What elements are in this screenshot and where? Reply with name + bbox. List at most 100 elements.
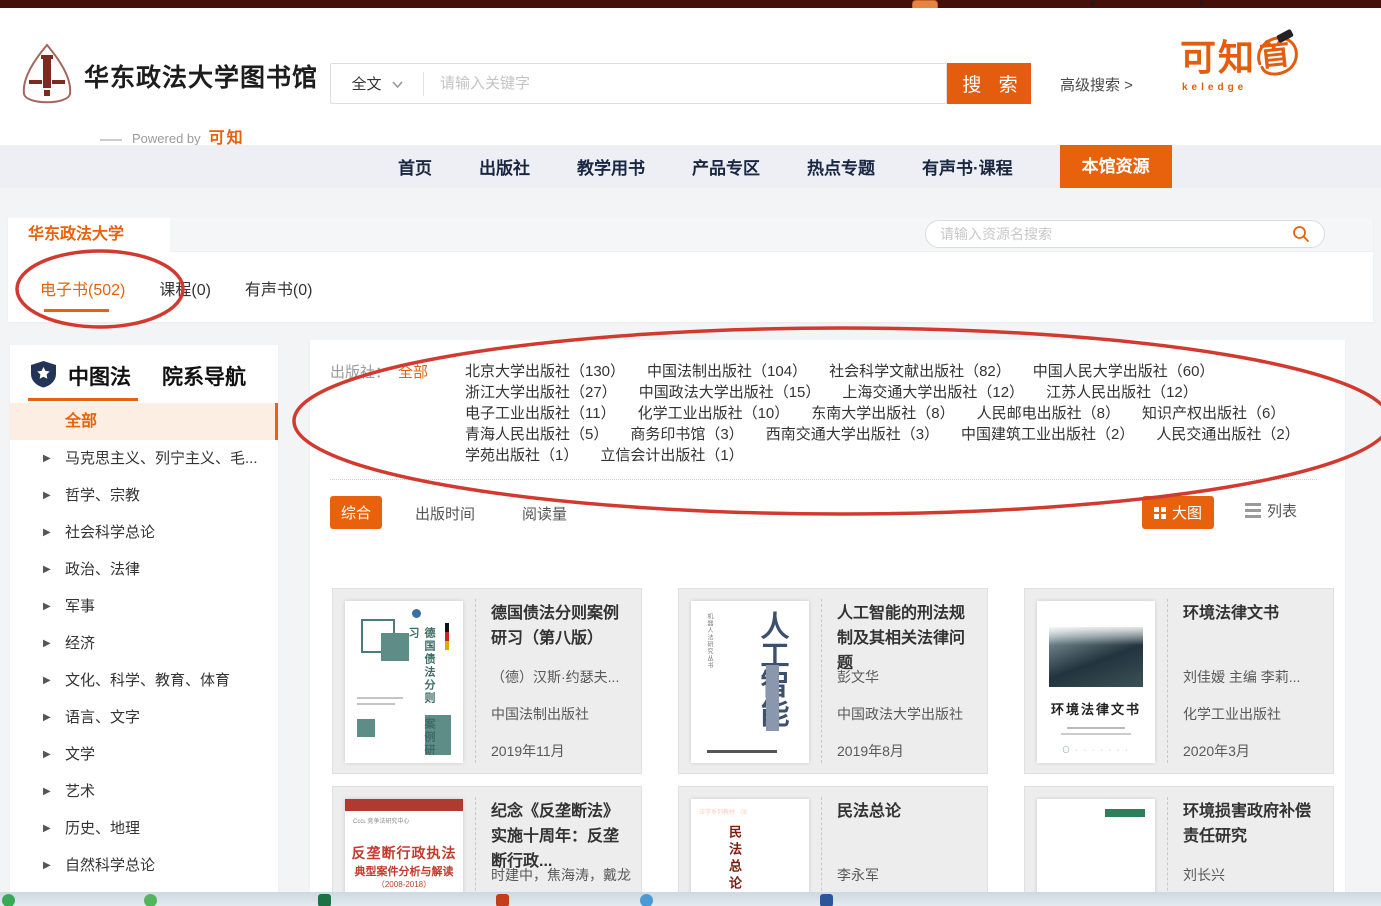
publisher-option[interactable]: 青海人民出版社（5） xyxy=(465,426,608,443)
book-card[interactable]: 机器人法研究丛书 人工智能 人工智能的刑法规制及其相关法律问题 彭文华 中国政法… xyxy=(678,588,988,774)
book-title[interactable]: 民法总论 xyxy=(837,799,901,824)
publisher-option[interactable]: 中国建筑工业出版社（2） xyxy=(961,426,1134,443)
publisher-option[interactable]: 社会科学文献出版社（82） xyxy=(829,363,1011,380)
book-card[interactable]: 法学系列教材 · 08 民法总论 民法总论 李永军 xyxy=(678,786,988,906)
expand-arrow-icon[interactable]: ▶ xyxy=(43,514,51,551)
taskbar-app-icon[interactable] xyxy=(318,894,331,906)
sidebar-tab-clc[interactable]: 中图法 xyxy=(68,361,131,391)
dash-decoration xyxy=(100,139,122,141)
book-card[interactable]: 环境法律文书 〇 · · · · · · · 环境法律文书 刘佳嫒 主编 李莉.… xyxy=(1024,588,1334,774)
search-scope-select[interactable]: 全文 xyxy=(331,64,423,103)
view-list-button[interactable]: 列表 xyxy=(1245,500,1297,521)
nav-audiobooks-courses[interactable]: 有声书·课程 xyxy=(922,154,1013,179)
book-cover[interactable]: 环境法律文书 〇 · · · · · · · xyxy=(1037,601,1155,763)
nav-publishers[interactable]: 出版社 xyxy=(479,154,530,179)
book-cover[interactable]: Cᴄᴄʟ 竞争法研究中心 反垄断行政执法 典型案件分析与解读 （2008-201… xyxy=(345,799,463,906)
book-publisher: 中国政法大学出版社 xyxy=(837,704,963,724)
search-button[interactable]: 搜 索 xyxy=(947,63,1031,104)
sidebar-item-language[interactable]: ▶语言、文字 xyxy=(10,699,278,736)
tab-courses[interactable]: 课程(0) xyxy=(159,276,211,312)
publisher-option[interactable]: 学苑出版社（1） xyxy=(465,447,578,464)
sidebar-item-military[interactable]: ▶军事 xyxy=(10,588,278,625)
nav-home[interactable]: 首页 xyxy=(398,154,432,179)
expand-arrow-icon[interactable]: ▶ xyxy=(43,440,51,477)
sidebar-item-art[interactable]: ▶艺术 xyxy=(10,773,278,810)
expand-arrow-icon[interactable]: ▶ xyxy=(43,551,51,588)
expand-arrow-icon[interactable]: ▶ xyxy=(43,773,51,810)
sort-comprehensive-button[interactable]: 综合 xyxy=(330,496,382,529)
publisher-option[interactable]: 西南交通大学出版社（3） xyxy=(766,426,939,443)
book-card[interactable]: Cᴄᴄʟ 竞争法研究中心 反垄断行政执法 典型案件分析与解读 （2008-201… xyxy=(332,786,642,906)
sidebar-item-philosophy[interactable]: ▶哲学、宗教 xyxy=(10,477,278,514)
sidebar-item-social-science[interactable]: ▶社会科学总论 xyxy=(10,514,278,551)
publisher-filter-list: 北京大学出版社（130） 中国法制出版社（104） 社会科学文献出版社（82） 中国人… xyxy=(465,361,1325,466)
book-title[interactable]: 德国债法分则案例研习（第八版） xyxy=(491,601,633,651)
book-card[interactable]: 德国债法分则 案例研习 德国债法分则案例研习（第八版） （德）汉斯·约瑟夫...… xyxy=(332,588,642,774)
sidebar-item-economy[interactable]: ▶经济 xyxy=(10,625,278,662)
taskbar-app-icon[interactable] xyxy=(820,894,833,906)
active-tab-underline xyxy=(28,398,138,401)
divider xyxy=(1167,599,1168,763)
taskbar-app-icon[interactable] xyxy=(496,894,509,906)
book-cover[interactable]: H 环境损害 政府补偿责任研究 xyxy=(1037,799,1155,906)
taskbar-app-icon[interactable] xyxy=(2,894,15,906)
book-card[interactable]: H 环境损害 政府补偿责任研究 环境损害政府补偿责任研究 刘长兴 xyxy=(1024,786,1334,906)
taskbar-app-icon[interactable] xyxy=(144,894,157,906)
sort-publish-date[interactable]: 出版时间 xyxy=(415,503,475,524)
publisher-option[interactable]: 江苏人民出版社（12） xyxy=(1046,384,1198,401)
publisher-filter-all[interactable]: 全部 xyxy=(398,361,428,382)
expand-arrow-icon[interactable]: ▶ xyxy=(43,736,51,773)
nav-teaching-books[interactable]: 教学用书 xyxy=(577,154,645,179)
expand-arrow-icon[interactable]: ▶ xyxy=(43,810,51,847)
publisher-option[interactable]: 商务印书馆（3） xyxy=(630,426,743,443)
publisher-option[interactable]: 上海交通大学出版社（12） xyxy=(842,384,1024,401)
sidebar-item-all[interactable]: 全部 xyxy=(10,403,278,440)
view-grid-button[interactable]: 大图 xyxy=(1142,496,1214,529)
sidebar-item-politics-law[interactable]: ▶政治、法律 xyxy=(10,551,278,588)
expand-arrow-icon[interactable]: ▶ xyxy=(43,662,51,699)
publisher-option[interactable]: 化学工业出版社（10） xyxy=(638,405,790,422)
sidebar-item-culture-education[interactable]: ▶文化、科学、教育、体育 xyxy=(10,662,278,699)
book-title[interactable]: 人工智能的刑法规制及其相关法律问题 xyxy=(837,601,979,676)
publisher-option[interactable]: 人民交通出版社（2） xyxy=(1156,426,1299,443)
sidebar-item-natural-science[interactable]: ▶自然科学总论 xyxy=(10,847,278,884)
expand-arrow-icon[interactable]: ▶ xyxy=(43,477,51,514)
book-cover[interactable]: 法学系列教材 · 08 民法总论 xyxy=(691,799,809,906)
nav-product-zone[interactable]: 产品专区 xyxy=(692,154,760,179)
publisher-option[interactable]: 立信会计出版社（1） xyxy=(600,447,743,464)
publisher-option[interactable]: 电子工业出版社（11） xyxy=(465,405,616,422)
advanced-search-link[interactable]: 高级搜索 > xyxy=(1060,74,1133,95)
sort-read-count[interactable]: 阅读量 xyxy=(522,503,567,524)
book-title[interactable]: 纪念《反垄断法》实施十周年：反垄断行政... xyxy=(491,799,633,874)
expand-arrow-icon[interactable]: ▶ xyxy=(43,699,51,736)
book-cover[interactable]: 德国债法分则 案例研习 xyxy=(345,601,463,763)
book-title[interactable]: 环境损害政府补偿责任研究 xyxy=(1183,799,1325,849)
expand-arrow-icon[interactable]: ▶ xyxy=(43,625,51,662)
sidebar-item-literature[interactable]: ▶文学 xyxy=(10,736,278,773)
book-title[interactable]: 环境法律文书 xyxy=(1183,601,1279,626)
publisher-option[interactable]: 中国法制出版社（104） xyxy=(647,363,807,380)
sidebar-item-marxism[interactable]: ▶马克思主义、列宁主义、毛... xyxy=(10,440,278,477)
sidebar-item-history-geography[interactable]: ▶历史、地理 xyxy=(10,810,278,847)
publisher-option[interactable]: 中国政法大学出版社（15） xyxy=(639,384,821,401)
publisher-option[interactable]: 人民邮电出版社（8） xyxy=(977,405,1120,422)
publisher-option[interactable]: 北京大学出版社（130） xyxy=(465,363,625,380)
search-input[interactable] xyxy=(424,75,946,92)
tab-audiobooks[interactable]: 有声书(0) xyxy=(245,276,313,312)
publisher-option[interactable]: 浙江大学出版社（27） xyxy=(465,384,617,401)
org-tab-ecupl[interactable]: 华东政法大学 xyxy=(8,218,170,252)
book-cover[interactable]: 机器人法研究丛书 人工智能 xyxy=(691,601,809,763)
nav-library-resources-active[interactable]: 本馆资源 xyxy=(1060,145,1172,188)
publisher-option[interactable]: 东南大学出版社（8） xyxy=(811,405,954,422)
publisher-option[interactable]: 知识产权出版社（6） xyxy=(1142,405,1285,422)
book-author: 刘佳嫒 主编 李莉... xyxy=(1183,667,1325,687)
expand-arrow-icon[interactable]: ▶ xyxy=(43,588,51,625)
search-icon[interactable] xyxy=(1292,225,1310,243)
taskbar-app-icon[interactable] xyxy=(640,894,653,906)
tab-ebooks[interactable]: 电子书(502) xyxy=(40,276,125,312)
sidebar-tab-departments[interactable]: 院系导航 xyxy=(162,361,246,391)
nav-hot-topics[interactable]: 热点专题 xyxy=(807,154,875,179)
publisher-option[interactable]: 中国人民大学出版社（60） xyxy=(1033,363,1215,380)
expand-arrow-icon[interactable]: ▶ xyxy=(43,847,51,884)
resource-search-input[interactable] xyxy=(940,226,1292,242)
